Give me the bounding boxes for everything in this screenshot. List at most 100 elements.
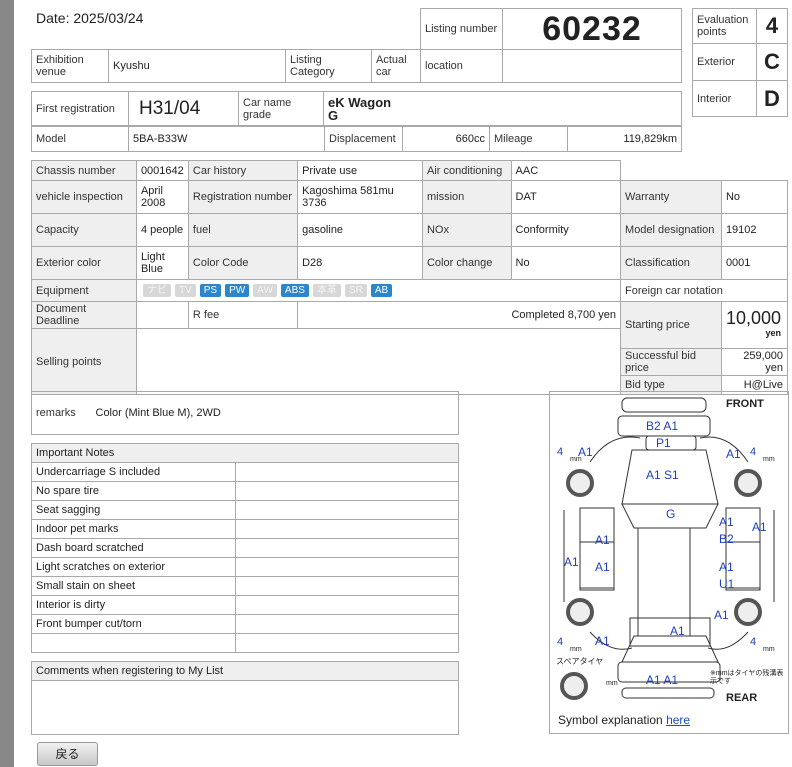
note-blank xyxy=(235,481,459,501)
roof-outline xyxy=(637,527,691,637)
date-value: 2025/03/24 xyxy=(73,10,144,26)
capacity-value: 4 people xyxy=(135,213,189,247)
tire-fr-depth: 4 xyxy=(750,446,757,458)
note-row: Small stain on sheet xyxy=(31,576,459,596)
tire-front-right xyxy=(734,469,762,497)
car-name-label: Car name grade xyxy=(238,91,324,126)
mark-left-rear-door: A1 xyxy=(595,560,610,574)
chassis-number-value: 0001642 xyxy=(135,160,189,181)
note-item: Seat sagging xyxy=(31,500,236,520)
exterior-value: C xyxy=(756,43,788,81)
date-label: Date: xyxy=(36,10,70,26)
venue-table: Exhibition venue Kyushu Listing Category… xyxy=(31,49,682,83)
equipment-badge: 本革 xyxy=(312,284,341,297)
symbol-explanation: Symbol explanation here xyxy=(558,713,690,727)
remarks-table: remarks Color (Mint Blue M), 2WD xyxy=(31,391,459,435)
tire-rl-unit: mm xyxy=(570,646,582,653)
mark-right-side: A1 xyxy=(752,520,767,534)
color-code-label: Color Code xyxy=(187,246,299,280)
mark-left-front-fender: A1 xyxy=(578,445,593,459)
car-grade-value: G xyxy=(328,107,339,123)
color-code-value: D28 xyxy=(297,246,423,280)
mark-left-rear-fender: A1 xyxy=(595,634,610,648)
front-label: FRONT xyxy=(726,398,764,410)
symbol-explanation-label: Symbol explanation xyxy=(558,713,663,727)
mark-rear-bumper: A1 A1 xyxy=(646,673,679,687)
tire-note: ※mmはタイヤの残溝表示です xyxy=(710,670,784,685)
r-fee-value: Completed 8,700 yen xyxy=(297,301,622,329)
nox-label: NOx xyxy=(421,213,512,247)
note-item: Light scratches on exterior xyxy=(31,557,236,577)
listing-number-label: Listing number xyxy=(420,8,503,50)
equipment-badge: ABS xyxy=(280,284,309,297)
starting-price-cell: 10,000 yen xyxy=(720,301,789,349)
rear-bumper-outline xyxy=(621,687,715,699)
tire-fl-depth: 4 xyxy=(557,446,564,458)
empty-cell xyxy=(720,160,789,181)
note-blank xyxy=(235,462,459,482)
actual-car-label: Actual car xyxy=(371,49,421,83)
equipment-badge: ナビ xyxy=(142,284,171,297)
mark-left-side: A1 xyxy=(564,555,579,569)
starting-price-unit: yen xyxy=(765,327,781,338)
mark-front-panel: P1 xyxy=(656,436,671,450)
mark-right-rear-door-2: U1 xyxy=(719,577,735,591)
note-item: Front bumper cut/torn xyxy=(31,614,236,634)
note-blank xyxy=(235,614,459,634)
comments-label: Comments when registering to My List xyxy=(31,661,459,681)
capacity-label: Capacity xyxy=(31,213,137,247)
vehicle-inspection-value: April 2008 xyxy=(135,180,189,214)
front-bumper-outline xyxy=(621,397,707,413)
starting-price-value: 10,000 xyxy=(725,307,781,328)
important-notes-table: Important Notes Undercarriage S included… xyxy=(31,443,459,653)
tire-spare-unit: mm xyxy=(606,680,618,687)
note-item: Interior is dirty xyxy=(31,595,236,615)
equipment-badge: AW xyxy=(253,284,277,297)
note-blank xyxy=(235,557,459,577)
tire-rr-unit: mm xyxy=(763,646,775,653)
comments-area[interactable] xyxy=(31,680,459,735)
mark-right-rear-door-1: A1 xyxy=(719,560,734,574)
symbol-explanation-link[interactable]: here xyxy=(666,713,690,727)
exterior-color-label: Exterior color xyxy=(31,246,137,280)
right-rear-fender-curve xyxy=(707,631,749,650)
note-item: Dash board scratched xyxy=(31,538,236,558)
mark-front-bumper: B2 A1 xyxy=(646,419,679,433)
note-row: Undercarriage S included xyxy=(31,462,459,482)
classification-label: Classification xyxy=(620,246,722,280)
air-conditioning-label: Air conditioning xyxy=(421,160,512,181)
equipment-badges: ナビ TV PS PW AW ABS 本革 SR AB xyxy=(135,279,622,302)
tire-front-left xyxy=(566,469,594,497)
fuel-value: gasoline xyxy=(297,213,423,247)
first-registration-label: First registration xyxy=(31,91,129,126)
evaluation-points-value: 4 xyxy=(756,8,788,44)
document-deadline-label: Document Deadline xyxy=(31,301,137,329)
mark-right-front-door-1: A1 xyxy=(719,515,734,529)
registration-number-value: Kagoshima 581mu 3736 xyxy=(297,180,423,214)
first-registration-value: H31/04 xyxy=(128,91,239,126)
color-change-label: Color change xyxy=(421,246,512,280)
equipment-badge: PW xyxy=(225,284,250,297)
note-blank xyxy=(235,633,459,653)
displacement-value: 660cc xyxy=(402,126,490,152)
note-item: No spare tire xyxy=(31,481,236,501)
document-deadline-value xyxy=(135,301,189,329)
model-table: Model 5BA-B33W Displacement 660cc Mileag… xyxy=(31,126,682,152)
details-table: Chassis number 0001642 Car history Priva… xyxy=(31,160,789,395)
evaluation-points-label: Evaluation points xyxy=(692,8,757,44)
back-button[interactable]: 戻る xyxy=(37,742,98,766)
mileage-value: 119,829km xyxy=(567,126,682,152)
equipment-badge: AB xyxy=(370,284,393,297)
left-frame-border xyxy=(0,0,14,767)
note-blank xyxy=(235,519,459,539)
note-row: Seat sagging xyxy=(31,500,459,520)
mark-right-rear-fender: A1 xyxy=(714,608,729,622)
note-item xyxy=(31,633,236,653)
chassis-number-label: Chassis number xyxy=(31,160,137,181)
note-item: Indoor pet marks xyxy=(31,519,236,539)
equipment-badge: TV xyxy=(174,284,196,297)
note-blank xyxy=(235,595,459,615)
mark-right-front-fender: A1 xyxy=(726,447,741,461)
exterior-label: Exterior xyxy=(692,43,757,81)
front-panel-outline xyxy=(645,435,697,451)
